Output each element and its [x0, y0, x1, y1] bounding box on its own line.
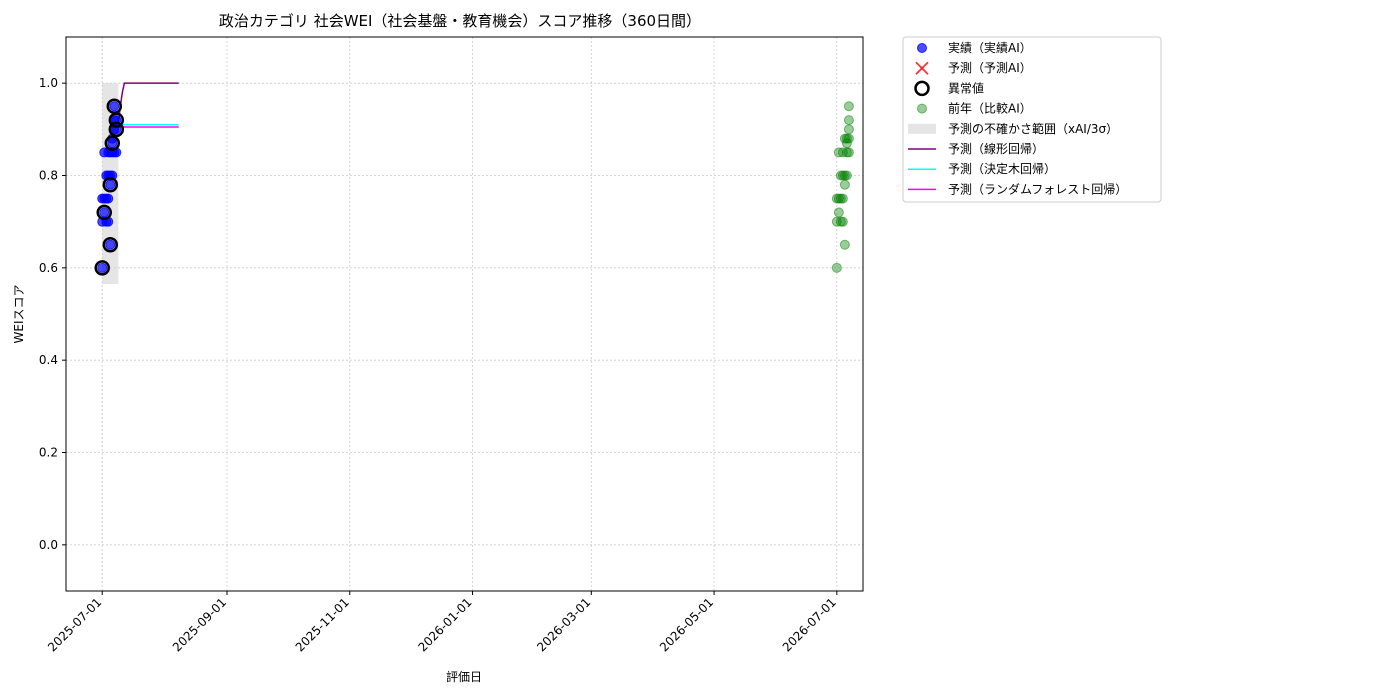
legend-label-anomaly: 異常値 [948, 80, 984, 95]
legend: 実績（実績AI） 予測（予測AI） 異常値前年（比較AI） 予測の不確かさ範囲（xAI… [902, 36, 1162, 203]
x-axis: 2025-07-01 2025-09-01 2025-11-01 2026-01-01… [45, 591, 839, 654]
legend-label-predicted: 予測（予測AI） [948, 61, 1032, 75]
legend-label-tree: 予測（決定木回帰） [948, 161, 1056, 176]
legend-marker-band [908, 123, 936, 134]
prev-year-point [839, 239, 850, 250]
x-tick-label: 2026-01-01 [415, 595, 474, 654]
prev-year-point [837, 193, 848, 204]
y-axis: 0.0 0.2 0.4 0.6 0.8 1.0 [39, 76, 66, 552]
x-tick-label: 2025-11-01 [293, 595, 352, 654]
prev-year-point [843, 101, 854, 112]
legend-marker-prev-year [917, 103, 927, 114]
prev-year-point [843, 133, 854, 144]
prev-year-point [833, 207, 844, 218]
legend-label-forest: 予測（ランダムフォレスト回帰） [948, 181, 1127, 196]
prev-year-point [843, 115, 854, 126]
legend-label-prev_year: 前年（比較AI） [948, 101, 1032, 116]
x-tick-label: 2026-03-01 [534, 595, 593, 654]
y-tick-label: 0.8 [39, 169, 58, 183]
prev-year-point [843, 147, 854, 158]
chart-title: 政治カテゴリ 社会WEI（社会基盤・教育機会）スコア推移（360日間） [219, 12, 701, 30]
y-tick-label: 0.4 [39, 353, 58, 367]
prev-year-point [831, 262, 842, 273]
plot-frame [65, 36, 864, 592]
x-tick-label: 2025-09-01 [170, 595, 229, 654]
y-tick-label: 0.6 [39, 261, 58, 275]
y-axis-label: WEIスコア [12, 285, 26, 344]
actual-point [105, 239, 116, 250]
chart: 政治カテゴリ 社会WEI（社会基盤・教育機会）スコア推移（360日間） 2025… [12, 12, 1162, 684]
x-tick-label: 2026-07-01 [780, 595, 839, 654]
grid [66, 37, 863, 591]
actual-point [99, 207, 110, 218]
prev-year-point [843, 124, 854, 135]
x-tick-label: 2026-05-01 [657, 595, 716, 654]
x-tick-label: 2025-07-01 [45, 595, 104, 654]
legend-frame [902, 36, 1162, 203]
x-axis-label: 評価日 [446, 669, 482, 684]
y-tick-label: 1.0 [39, 76, 58, 90]
legend-label-linear: 予測（線形回帰） [948, 141, 1044, 156]
legend-label-actual: 実績（実績AI） [948, 40, 1032, 55]
legend-label-band: 予測の不確かさ範囲（xAI/3σ） [948, 121, 1118, 136]
legend-marker-actual [917, 43, 927, 53]
prev-year-point [837, 216, 848, 227]
prev-year-point [841, 170, 852, 181]
line-layer [117, 82, 179, 128]
actual-point [97, 262, 108, 273]
prev-year-point [839, 179, 850, 190]
actual-point [103, 193, 114, 204]
point-layer [94, 98, 854, 276]
actual-point [109, 101, 120, 112]
actual-point [105, 179, 116, 190]
y-tick-label: 0.0 [39, 538, 58, 552]
series-line-linear [117, 82, 179, 125]
y-tick-label: 0.2 [39, 446, 58, 460]
